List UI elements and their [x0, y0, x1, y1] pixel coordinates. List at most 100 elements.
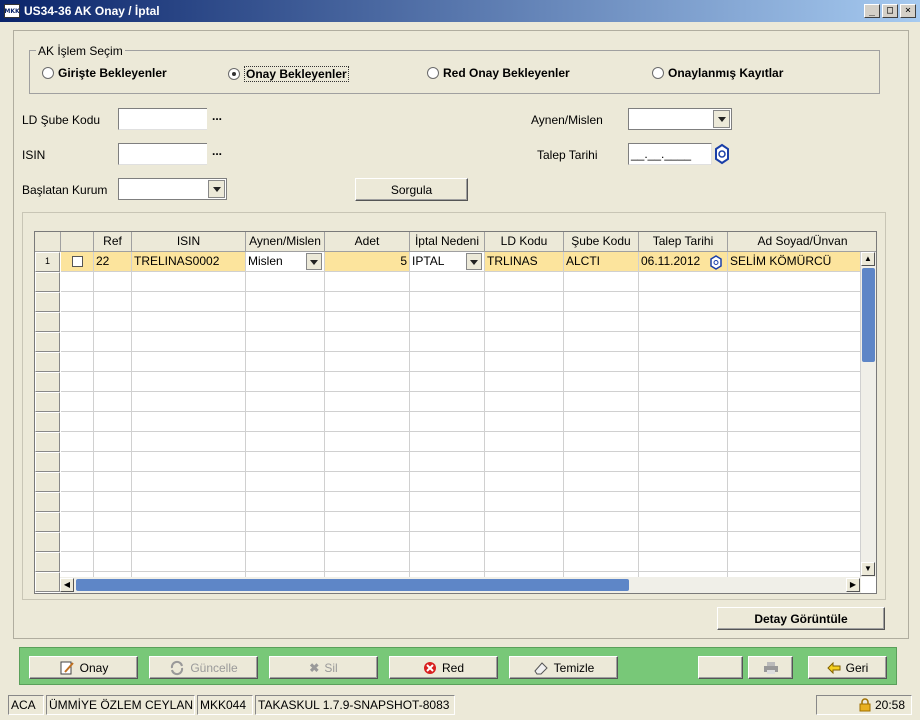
table-cell[interactable]	[410, 292, 485, 312]
table-cell[interactable]	[728, 392, 861, 412]
table-cell-isin[interactable]: TRELINAS0002	[132, 252, 246, 272]
table-cell[interactable]	[94, 492, 132, 512]
print-button[interactable]	[748, 656, 793, 679]
table-cell[interactable]	[132, 472, 246, 492]
column-header-ad[interactable]: Ad Soyad/Ünvan	[728, 232, 876, 252]
ld-sube-input[interactable]	[118, 108, 208, 130]
row-checkbox[interactable]	[72, 256, 83, 267]
table-cell[interactable]	[728, 452, 861, 472]
table-cell[interactable]	[61, 472, 94, 492]
table-cell[interactable]	[325, 552, 410, 572]
table-cell[interactable]	[639, 292, 728, 312]
row-header[interactable]	[35, 412, 60, 432]
table-cell[interactable]	[410, 532, 485, 552]
row-header[interactable]	[35, 432, 60, 452]
table-cell[interactable]	[132, 272, 246, 292]
row-header[interactable]	[35, 292, 60, 312]
table-cell[interactable]	[564, 432, 639, 452]
radio-red-onay-bekleyenler[interactable]: Red Onay Bekleyenler	[427, 66, 570, 80]
table-cell[interactable]	[485, 312, 564, 332]
table-cell[interactable]	[325, 292, 410, 312]
column-header-aynen[interactable]: Aynen/Mislen	[246, 232, 325, 252]
table-cell[interactable]	[485, 332, 564, 352]
table-cell[interactable]	[410, 352, 485, 372]
row-header[interactable]	[35, 472, 60, 492]
table-cell[interactable]	[132, 332, 246, 352]
table-cell[interactable]	[132, 352, 246, 372]
table-cell[interactable]	[728, 412, 861, 432]
table-cell[interactable]	[246, 352, 325, 372]
table-cell[interactable]	[325, 352, 410, 372]
baslatan-kurum-select[interactable]	[118, 178, 227, 200]
row-header[interactable]	[35, 552, 60, 572]
table-cell[interactable]	[639, 272, 728, 292]
table-cell[interactable]	[94, 272, 132, 292]
table-cell[interactable]	[485, 472, 564, 492]
table-cell[interactable]	[132, 372, 246, 392]
table-cell[interactable]	[639, 412, 728, 432]
table-cell[interactable]	[325, 332, 410, 352]
table-cell[interactable]	[564, 492, 639, 512]
table-cell[interactable]	[325, 312, 410, 332]
table-cell[interactable]	[132, 512, 246, 532]
table-cell[interactable]	[94, 452, 132, 472]
table-cell[interactable]	[485, 432, 564, 452]
table-cell[interactable]	[728, 312, 861, 332]
row-header[interactable]	[35, 492, 60, 512]
row-header[interactable]	[35, 572, 60, 592]
table-cell[interactable]	[410, 332, 485, 352]
isin-lookup-button[interactable]: ...	[207, 143, 227, 165]
table-cell[interactable]	[728, 332, 861, 352]
table-cell[interactable]	[485, 512, 564, 532]
table-cell[interactable]	[564, 312, 639, 332]
column-header-tarih[interactable]: Talep Tarihi	[639, 232, 728, 252]
table-cell[interactable]	[132, 532, 246, 552]
table-cell[interactable]	[61, 492, 94, 512]
table-cell[interactable]	[410, 492, 485, 512]
scroll-down-icon[interactable]: ▼	[861, 562, 875, 576]
table-cell-aynen[interactable]: Mislen	[246, 252, 325, 272]
table-cell[interactable]	[132, 312, 246, 332]
chevron-down-icon[interactable]	[713, 110, 730, 128]
table-cell[interactable]	[246, 472, 325, 492]
horizontal-scroll-thumb[interactable]	[76, 579, 629, 591]
table-cell[interactable]	[61, 512, 94, 532]
isin-input[interactable]	[118, 143, 208, 165]
table-cell[interactable]	[485, 352, 564, 372]
table-cell[interactable]	[485, 272, 564, 292]
table-cell[interactable]	[325, 472, 410, 492]
table-cell[interactable]	[485, 552, 564, 572]
radio-onay-bekleyenler[interactable]: Onay Bekleyenler	[228, 66, 349, 82]
table-cell[interactable]	[61, 552, 94, 572]
table-cell[interactable]	[61, 292, 94, 312]
table-cell[interactable]	[325, 492, 410, 512]
table-cell[interactable]	[132, 292, 246, 312]
radio-circle[interactable]	[652, 67, 664, 79]
table-cell-adet[interactable]: 5	[325, 252, 410, 272]
column-header-adet[interactable]: Adet	[325, 232, 410, 252]
geri-button[interactable]: Geri	[808, 656, 887, 679]
radio-circle-selected[interactable]	[228, 68, 240, 80]
table-cell[interactable]	[728, 552, 861, 572]
table-cell[interactable]	[485, 532, 564, 552]
chevron-down-icon[interactable]	[466, 253, 482, 270]
sil-button[interactable]: ✖ Sil	[269, 656, 378, 679]
table-cell[interactable]	[485, 372, 564, 392]
table-cell[interactable]	[564, 452, 639, 472]
table-cell[interactable]	[94, 532, 132, 552]
table-cell[interactable]	[639, 492, 728, 512]
row-header[interactable]	[35, 532, 60, 552]
table-cell[interactable]	[246, 452, 325, 472]
table-cell[interactable]	[728, 472, 861, 492]
radio-onaylanmis-kayitlar[interactable]: Onaylanmış Kayıtlar	[652, 66, 783, 80]
table-cell[interactable]	[325, 452, 410, 472]
table-cell[interactable]	[246, 392, 325, 412]
row-header[interactable]	[35, 352, 60, 372]
row-header[interactable]	[35, 392, 60, 412]
table-cell[interactable]	[564, 472, 639, 492]
table-cell[interactable]	[94, 292, 132, 312]
table-cell[interactable]	[485, 412, 564, 432]
table-cell[interactable]	[564, 512, 639, 532]
table-cell-checkbox[interactable]	[61, 252, 94, 272]
table-cell[interactable]	[639, 472, 728, 492]
